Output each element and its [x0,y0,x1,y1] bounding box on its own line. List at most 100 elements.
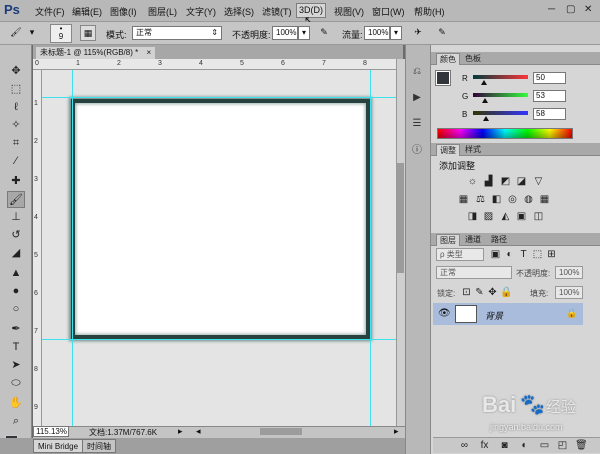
menu-file[interactable]: 文件(F) [35,5,65,18]
maximize-icon[interactable]: ▢ [566,4,575,15]
channel-mixer-icon[interactable]: ◍ [523,194,534,205]
type-tool-icon[interactable]: T [7,339,25,356]
link-layers-icon[interactable]: ∞ [459,440,470,451]
selective-color-icon[interactable]: ▣ [516,211,527,222]
filter-type-icon[interactable]: T [518,249,529,260]
invert-icon[interactable]: ◨ [467,211,478,222]
menu-filter[interactable]: 滤镜(T) [262,5,292,18]
blue-value-input[interactable]: 58 [533,108,566,120]
brush-panel-icon[interactable]: ▦ [80,25,96,41]
marquee-tool-icon[interactable]: ⬚ [7,81,25,98]
canvas[interactable] [71,99,370,339]
path-select-tool-icon[interactable]: ➤ [7,357,25,374]
exposure-icon[interactable]: ◪ [516,176,527,187]
filter-smart-object-icon[interactable]: ⊞ [546,249,557,260]
actions-icon[interactable]: ▶ [409,90,425,105]
quick-select-tool-icon[interactable]: ✧ [7,117,25,134]
menu-view[interactable]: 视图(V) [334,5,364,18]
document-tab[interactable]: 未标题-1 @ 115%(RGB/8) * × [36,47,156,59]
red-value-input[interactable]: 50 [533,72,566,84]
red-slider-knob[interactable] [481,80,487,85]
lock-image-icon[interactable]: ✎ [474,287,485,298]
chevron-down-icon[interactable]: ▾ [28,25,36,41]
airbrush-icon[interactable]: ✈ [410,25,426,41]
green-value-input[interactable]: 53 [533,90,566,102]
zoom-tool-icon[interactable]: ⌕ [7,413,25,430]
flow-dropdown[interactable]: ▾ [390,26,402,40]
color-balance-icon[interactable]: ⚖ [475,194,486,205]
threshold-icon[interactable]: ◭ [500,211,511,222]
ruler-vertical[interactable]: 1 2 3 4 5 6 7 8 9 [33,70,42,426]
menu-select[interactable]: 选择(S) [224,5,254,18]
close-icon[interactable]: × [146,48,151,57]
blue-slider-knob[interactable] [483,116,489,121]
brush-tool-icon[interactable]: 🖌 [8,25,24,41]
minimize-icon[interactable]: ─ [548,4,555,15]
menu-layer[interactable]: 图层(L) [148,5,177,18]
layer-filter-select[interactable]: ρ 类型 [436,248,484,261]
layer-thumbnail[interactable] [455,305,477,323]
opacity-dropdown[interactable]: ▾ [298,26,310,40]
scroll-right-icon[interactable]: ▸ [394,426,399,437]
dodge-tool-icon[interactable]: ○ [7,301,25,318]
layer-fill-input[interactable]: 100% [555,286,583,299]
photo-filter-icon[interactable]: ◎ [507,194,518,205]
vibrance-icon[interactable]: ▽ [533,176,544,187]
eye-icon[interactable]: 👁 [438,308,451,319]
lock-all-icon[interactable]: 🔒 [500,287,512,298]
history-brush-tool-icon[interactable]: ↺ [7,227,25,244]
paint-bucket-tool-icon[interactable]: ▲ [7,265,25,282]
pressure-size-icon[interactable]: ✎ [434,25,450,41]
menu-help[interactable]: 帮助(H) [414,5,445,18]
info-icon[interactable]: ⓘ [409,143,425,158]
hand-tool-icon[interactable]: ✋ [7,395,25,412]
gradient-map-icon[interactable]: ◫ [533,211,544,222]
blur-tool-icon[interactable]: ● [7,283,25,300]
vertical-scrollbar-thumb[interactable] [397,163,404,273]
document-info[interactable]: 文档:1.37M/767.6K [89,427,157,438]
healing-brush-tool-icon[interactable]: ✚ [7,173,25,190]
status-arrow-icon[interactable]: ▸ [178,426,183,437]
guide-line[interactable] [370,70,371,426]
curves-icon[interactable]: ◩ [500,176,511,187]
guide-line[interactable] [42,97,396,98]
shape-tool-icon[interactable]: ⬭ [7,375,25,392]
filter-pixel-icon[interactable]: ▣ [490,249,501,260]
menu-window[interactable]: 窗口(W) [372,5,405,18]
crop-tool-icon[interactable]: ⌗ [7,135,25,152]
eraser-tool-icon[interactable]: ◢ [7,245,25,262]
guide-line[interactable] [42,339,396,340]
tab-paths[interactable]: 路径 [488,234,510,246]
red-slider-track[interactable] [473,75,528,79]
brush-preset-picker[interactable]: • 9 [50,24,72,43]
close-icon[interactable]: ✕ [584,4,592,15]
posterize-icon[interactable]: ▨ [483,211,494,222]
guide-line[interactable] [72,70,73,426]
pressure-opacity-icon[interactable]: ✎ [316,25,332,41]
opacity-input[interactable]: 100% [272,26,298,40]
tab-layers[interactable]: 图层 [436,234,460,246]
mode-select[interactable]: 正常 ⇕ [132,26,222,40]
tab-mini-bridge[interactable]: Mini Bridge [33,439,84,453]
ruler-horizontal[interactable]: 0 1 2 3 4 5 6 7 8 [33,59,396,70]
brush-tool-icon[interactable]: 🖌 [7,191,25,208]
zoom-input[interactable]: 115.13% [33,426,69,437]
menu-edit[interactable]: 编辑(E) [72,5,102,18]
tab-styles[interactable]: 样式 [462,144,484,156]
levels-icon[interactable]: ▟ [483,176,494,187]
brightness-contrast-icon[interactable]: ☼ [467,176,478,187]
lock-transparent-icon[interactable]: ⊡ [461,287,472,298]
pen-tool-icon[interactable]: ✒ [7,321,25,338]
filter-shape-icon[interactable]: ⬚ [532,249,543,260]
clone-stamp-tool-icon[interactable]: ⊥ [7,209,25,226]
menu-type[interactable]: 文字(Y) [186,5,216,18]
layer-name[interactable]: 背景 [485,309,503,322]
tab-timeline[interactable]: 时间轴 [82,439,116,453]
scroll-left-icon[interactable]: ◂ [196,426,201,437]
tab-swatches[interactable]: 色板 [462,53,484,65]
filter-adjustment-icon[interactable]: ◐ [504,249,515,260]
properties-icon[interactable]: ☰ [409,116,425,131]
flow-input[interactable]: 100% [364,26,390,40]
blend-mode-select[interactable]: 正常 [436,266,512,279]
eyedropper-tool-icon[interactable]: ⁄ [7,153,25,170]
